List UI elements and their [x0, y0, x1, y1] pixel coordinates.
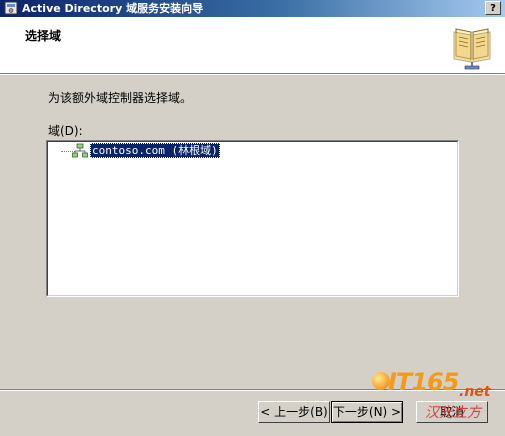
help-button[interactable]: ?	[485, 1, 501, 15]
book-icon	[453, 28, 491, 70]
server-icon	[4, 1, 18, 15]
back-button[interactable]: < 上一步(B)	[258, 401, 330, 423]
watermark-suffix: .net	[459, 384, 491, 400]
page-title: 选择域	[25, 29, 62, 43]
tree-item-contoso[interactable]: contoso.com (林根域)	[90, 143, 220, 158]
domain-tree-icon	[72, 143, 88, 158]
tree-view-frame: contoso.com (林根域)	[47, 141, 458, 296]
wizard-header: 选择域	[0, 17, 505, 74]
title-bar[interactable]: Active Directory 域服务安装向导 ?	[0, 0, 505, 17]
page-description: 为该额外域控制器选择域。	[48, 91, 193, 105]
header-divider	[0, 74, 505, 75]
watermark-tagline: 汉光立方	[425, 405, 481, 421]
watermark-brand: IT165	[388, 368, 459, 396]
wizard-window: Active Directory 域服务安装向导 ? 选择域 为该额外域控制器选…	[0, 0, 505, 436]
domain-tree-view[interactable]: contoso.com (林根域)	[46, 140, 459, 297]
watermark-logo: IT165 .net 汉光立方	[370, 368, 505, 430]
window-title: Active Directory 域服务安装向导	[22, 2, 204, 15]
domain-label: 域(D):	[48, 124, 83, 138]
